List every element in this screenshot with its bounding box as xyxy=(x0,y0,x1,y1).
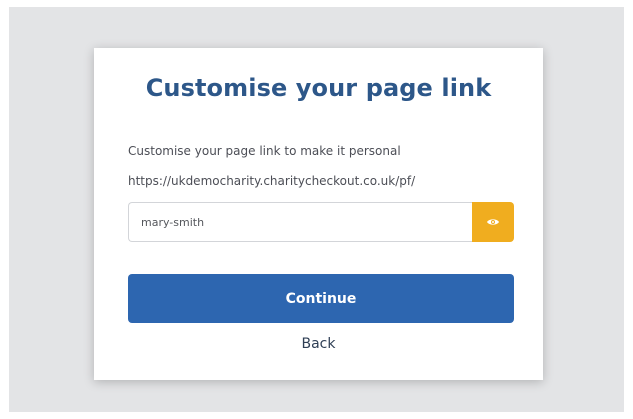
dialog-title: Customise your page link xyxy=(145,74,492,102)
preview-button[interactable] xyxy=(472,202,514,242)
slug-input-group xyxy=(128,202,514,242)
back-link[interactable]: Back xyxy=(94,336,543,352)
url-prefix: https://ukdemocharity.charitycheckout.co… xyxy=(128,174,416,188)
customise-link-dialog: Customise your page link Customise your … xyxy=(94,48,543,380)
eye-icon xyxy=(486,217,500,227)
continue-button[interactable]: Continue xyxy=(128,274,514,323)
page-link-input[interactable] xyxy=(128,202,472,242)
dialog-description: Customise your page link to make it pers… xyxy=(128,144,401,158)
